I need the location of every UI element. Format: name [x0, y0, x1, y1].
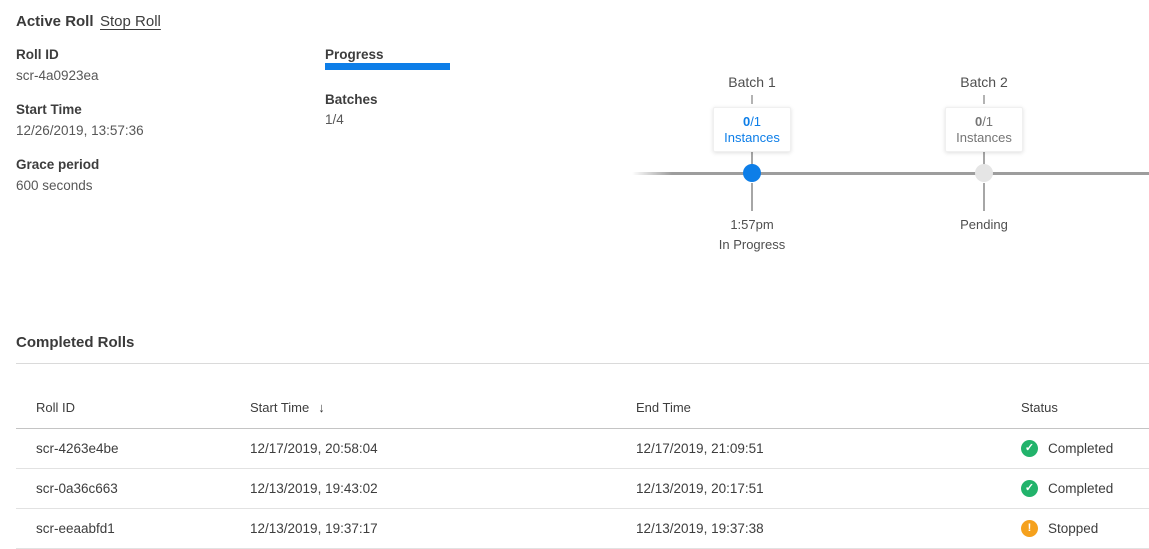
batch-instances-label: Instances	[714, 130, 790, 146]
batch-name: Batch 1	[672, 74, 832, 90]
grace-period-label: Grace period	[16, 157, 99, 172]
stop-roll-link[interactable]: Stop Roll	[100, 13, 161, 30]
cell-start-time: 12/13/2019, 19:43:02	[250, 481, 636, 496]
grace-period-field: Grace period 600 seconds	[16, 157, 99, 193]
cell-roll-id: scr-0a36c663	[36, 481, 250, 496]
batch-time-label: 1:57pm	[672, 217, 832, 232]
timeline-batch-1: Batch 1 0/1 Instances 1:57pm In Progress	[672, 60, 832, 265]
status-text: Stopped	[1048, 521, 1098, 536]
roll-id-field: Roll ID scr-4a0923ea	[16, 47, 99, 83]
batch-status-dot	[975, 164, 993, 182]
cell-roll-id: scr-eeaabfd1	[36, 521, 250, 536]
grace-period-value: 600 seconds	[16, 178, 99, 193]
column-header-status[interactable]: Status	[1021, 400, 1149, 428]
batch-connector-bottom	[751, 183, 753, 211]
column-header-end-time[interactable]: End Time	[636, 400, 1021, 428]
batch-connector-bottom	[983, 183, 985, 211]
status-text: Completed	[1048, 481, 1113, 496]
table-row: scr-4263e4be 12/17/2019, 20:58:04 12/17/…	[16, 429, 1149, 469]
cell-end-time: 12/17/2019, 21:09:51	[636, 441, 1021, 456]
column-header-start-time[interactable]: Start Time ↓	[250, 400, 636, 428]
cell-end-time: 12/13/2019, 19:37:38	[636, 521, 1021, 536]
batches-value: 1/4	[325, 112, 344, 127]
batch-status-dot	[743, 164, 761, 182]
status-text: Completed	[1048, 441, 1113, 456]
batch-instances-label: Instances	[946, 130, 1022, 146]
cell-end-time: 12/13/2019, 20:17:51	[636, 481, 1021, 496]
batch-instance-count: 0/1	[714, 114, 790, 130]
completed-rolls-section: Completed Rolls Roll ID Start Time ↓ End …	[16, 334, 1149, 549]
table-header-row: Roll ID Start Time ↓ End Time Status	[16, 364, 1149, 429]
cell-start-time: 12/17/2019, 20:58:04	[250, 441, 636, 456]
progress-bar-fill	[325, 63, 450, 70]
cell-status: ✓ Completed	[1021, 480, 1149, 497]
timeline-batch-2: Batch 2 0/1 Instances Pending	[904, 60, 1064, 265]
cell-start-time: 12/13/2019, 19:37:17	[250, 521, 636, 536]
batch-status-label: Pending	[904, 217, 1064, 232]
table-row: scr-0a36c663 12/13/2019, 19:43:02 12/13/…	[16, 469, 1149, 509]
column-header-start-time-label: Start Time	[250, 400, 309, 415]
active-roll-title: Active Roll	[16, 13, 94, 30]
column-header-roll-id[interactable]: Roll ID	[36, 400, 250, 428]
batches-label: Batches	[325, 92, 378, 107]
progress-bar	[325, 63, 450, 70]
table-row: scr-eeaabfd1 12/13/2019, 19:37:17 12/13/…	[16, 509, 1149, 549]
cell-status: ✓ Completed	[1021, 440, 1149, 457]
timeline-line	[632, 172, 1149, 175]
check-circle-icon: ✓	[1021, 480, 1038, 497]
start-time-label: Start Time	[16, 102, 144, 117]
roll-id-label: Roll ID	[16, 47, 99, 62]
batch-name: Batch 2	[904, 74, 1064, 90]
progress-label: Progress	[325, 47, 384, 62]
batch-instance-count: 0/1	[946, 114, 1022, 130]
cell-roll-id: scr-4263e4be	[36, 441, 250, 456]
roll-id-value: scr-4a0923ea	[16, 68, 99, 83]
batch-tick	[983, 95, 985, 104]
exclamation-circle-icon: !	[1021, 520, 1038, 537]
batch-tick	[751, 95, 753, 104]
completed-rolls-title: Completed Rolls	[16, 334, 1149, 351]
batch-instances-card: 0/1 Instances	[945, 107, 1023, 152]
check-circle-icon: ✓	[1021, 440, 1038, 457]
batch-instances-card[interactable]: 0/1 Instances	[713, 107, 791, 152]
sort-descending-icon: ↓	[318, 400, 325, 415]
cell-status: ! Stopped	[1021, 520, 1149, 537]
start-time-field: Start Time 12/26/2019, 13:57:36	[16, 102, 144, 138]
batch-status-label: In Progress	[672, 237, 832, 252]
start-time-value: 12/26/2019, 13:57:36	[16, 123, 144, 138]
